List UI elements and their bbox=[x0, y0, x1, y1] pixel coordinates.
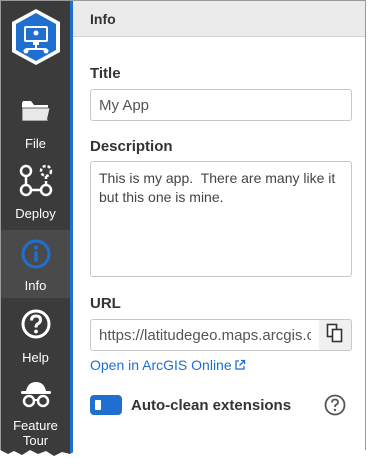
sidebar-item-help[interactable]: Help bbox=[1, 306, 70, 368]
copy-icon bbox=[326, 323, 344, 348]
spy-icon bbox=[18, 379, 54, 414]
description-label: Description bbox=[90, 138, 173, 155]
panel-header: Info bbox=[73, 1, 365, 37]
title-input[interactable] bbox=[90, 89, 352, 121]
copy-url-button[interactable] bbox=[319, 319, 352, 351]
deploy-icon bbox=[18, 163, 54, 200]
external-link-icon bbox=[234, 359, 246, 371]
torn-edge-decoration bbox=[0, 450, 373, 468]
description-textarea[interactable]: This is my app. There are many like it b… bbox=[90, 161, 352, 277]
help-icon bbox=[20, 308, 52, 343]
sidebar-accent-bar bbox=[70, 1, 73, 457]
info-icon bbox=[20, 238, 52, 273]
url-input[interactable] bbox=[90, 319, 320, 351]
auto-clean-label: Auto-clean extensions bbox=[131, 397, 292, 414]
sidebar-item-file[interactable]: File bbox=[1, 93, 70, 153]
help-circle-icon[interactable] bbox=[324, 394, 346, 416]
sidebar-item-label: File bbox=[25, 136, 46, 151]
sidebar: File Deploy Info Help Feature Tour bbox=[1, 1, 71, 457]
sidebar-item-label: Deploy bbox=[15, 206, 56, 221]
sidebar-item-info[interactable]: Info bbox=[1, 230, 70, 298]
toggle-knob bbox=[95, 400, 101, 410]
sidebar-item-feature-tour[interactable]: Feature Tour bbox=[1, 377, 70, 457]
open-in-arcgis-online-link[interactable]: Open in ArcGIS Online bbox=[90, 357, 246, 373]
app-logo-icon bbox=[9, 7, 63, 67]
title-label: Title bbox=[90, 65, 121, 82]
sidebar-item-label: Feature Tour bbox=[13, 418, 58, 448]
sidebar-item-label: Info bbox=[24, 278, 47, 293]
sidebar-item-deploy[interactable]: Deploy bbox=[1, 161, 70, 223]
sidebar-item-label: Help bbox=[22, 350, 49, 365]
url-label: URL bbox=[90, 295, 121, 312]
folder-icon bbox=[20, 97, 52, 128]
app-window: File Deploy Info Help Feature Tour Info … bbox=[0, 0, 366, 458]
page-title: Info bbox=[90, 11, 116, 27]
open-link-label: Open in ArcGIS Online bbox=[90, 357, 232, 373]
auto-clean-toggle[interactable] bbox=[90, 395, 122, 415]
